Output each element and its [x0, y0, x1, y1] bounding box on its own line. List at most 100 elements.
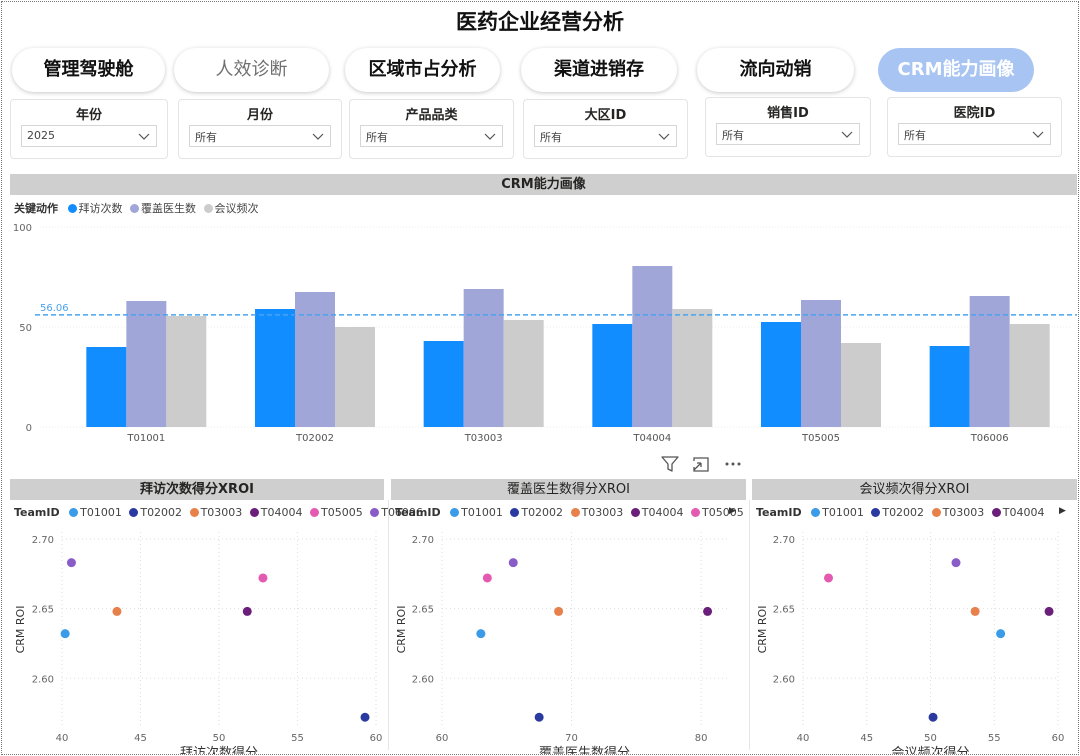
legend-label[interactable]: T04004 [642, 506, 684, 519]
y-tick-label: 2.65 [773, 605, 795, 616]
slicer-hospital: 医院ID 所有 [887, 97, 1062, 157]
legend-label[interactable]: T02002 [521, 506, 563, 519]
bar [295, 292, 335, 427]
bar [335, 327, 375, 427]
scatter-meeting-chart: 2.60 2.65 2.70 40 45 50 55 60 会议频次得分 CRM ROI [756, 532, 1064, 754]
x-tick-label: T03003 [464, 433, 503, 444]
bar [166, 316, 207, 427]
legend-title: TeamID [756, 506, 802, 519]
legend-label-meeting[interactable]: 会议频次 [215, 202, 259, 215]
x-tick-label: 55 [988, 733, 1001, 744]
x-tick-label: 40 [56, 733, 69, 744]
legend-label[interactable]: T01001 [80, 506, 122, 519]
scatter-point [824, 573, 833, 583]
legend-dot-meeting [203, 204, 213, 213]
scatter-point [534, 712, 544, 722]
scatter-point [928, 712, 938, 722]
nav-button-flow[interactable]: 流向动销 [697, 48, 854, 92]
slicer-month-dropdown[interactable]: 所有 [189, 125, 331, 147]
x-tick-label: T04004 [632, 433, 671, 444]
scatter-point [360, 712, 370, 722]
slicer-year-dropdown[interactable]: 2025 [21, 125, 157, 147]
legend-title: TeamID [395, 506, 441, 519]
x-tick-label: 55 [291, 733, 304, 744]
slicer-category: 产品品类 所有 [349, 99, 514, 159]
bar [969, 296, 1010, 427]
slicer-sales-dropdown[interactable]: 所有 [716, 123, 860, 145]
focus-mode-icon[interactable] [691, 455, 711, 473]
bar [632, 266, 673, 427]
legend-label-visit[interactable]: 拜访次数 [79, 202, 123, 215]
slicer-region: 大区ID 所有 [523, 99, 688, 159]
legend-dot-t04004 [249, 508, 259, 517]
slicer-category-dropdown[interactable]: 所有 [360, 125, 503, 147]
legend-next-arrow[interactable]: ▶ [729, 506, 736, 516]
legend-dot-t01001 [69, 508, 79, 517]
nav-button-channel[interactable]: 渠道进销存 [521, 48, 677, 92]
nav-button-crm[interactable]: CRM能力画像 [878, 48, 1034, 92]
slicer-sales: 销售ID 所有 [705, 97, 871, 157]
legend-dot-t02002 [871, 508, 881, 517]
legend-label[interactable]: T03003 [943, 506, 985, 519]
y-tick-label: 50 [19, 323, 32, 334]
legend-label[interactable]: T05005 [321, 506, 363, 519]
legend-label[interactable]: T04004 [261, 506, 303, 519]
bar [929, 346, 970, 427]
x-axis-label: 拜访次数得分 [180, 745, 258, 754]
legend-dot-t01001 [811, 508, 821, 517]
legend-label[interactable]: T05005 [702, 506, 744, 519]
nav-button-cockpit[interactable]: 管理驾驶舱 [12, 48, 165, 92]
filter-icon[interactable] [660, 455, 680, 473]
legend-dot-t03003 [570, 508, 580, 517]
bar [86, 347, 127, 427]
legend-label-cover[interactable]: 覆盖医生数 [141, 202, 196, 215]
x-axis-label: 覆盖医生数得分 [539, 745, 630, 754]
more-options-icon[interactable] [723, 455, 743, 473]
bar-chart: 0 50 100 T01001 T02002 T03003 T04004 T05005 T060… [13, 223, 1077, 444]
legend-label[interactable]: T02002 [140, 506, 182, 519]
legend-dot-t01001 [450, 508, 460, 517]
legend-label[interactable]: T03003 [201, 506, 243, 519]
bar [592, 324, 633, 427]
slicer-month: 月份 所有 [178, 99, 342, 159]
bar [761, 322, 801, 427]
legend-next-arrow[interactable]: ▶ [1059, 506, 1066, 516]
scatter-point [112, 606, 122, 616]
scatter-point [258, 573, 268, 583]
y-tick-label: 2.70 [32, 535, 54, 546]
legend-dot-t03003 [931, 508, 941, 517]
scatter-point [66, 558, 76, 568]
legend-label[interactable]: T03003 [582, 506, 624, 519]
slicer-hospital-dropdown[interactable]: 所有 [898, 123, 1051, 145]
scatter-visit-chart: 2.60 2.65 2.70 40 45 50 55 60 拜访次数得分 CRM ROI [14, 532, 383, 754]
legend-label[interactable]: T02002 [882, 506, 924, 519]
x-tick-label: 50 [924, 733, 937, 744]
y-axis-label: CRM ROI [395, 606, 408, 654]
x-tick-label: 45 [860, 733, 873, 744]
bar [841, 343, 881, 427]
y-tick-label: 2.70 [773, 535, 795, 546]
legend-label[interactable]: T01001 [461, 506, 503, 519]
slicer-region-dropdown[interactable]: 所有 [534, 125, 677, 147]
bar-chart-title: CRM能力画像 [10, 174, 1077, 195]
legend-label[interactable]: T04004 [1003, 506, 1045, 519]
scatter-cover-legend: TeamID T01001 T02002 T03003 T04004 T0500… [395, 506, 746, 519]
chevron-down-icon [484, 133, 496, 140]
nav-button-market-share[interactable]: 区域市占分析 [345, 48, 500, 92]
bar [423, 341, 464, 427]
slicer-month-title: 月份 [246, 108, 273, 123]
slicer-category-value: 所有 [366, 131, 388, 144]
legend-dot-t05005 [691, 508, 700, 517]
legend-label[interactable]: T01001 [822, 506, 864, 519]
x-tick-label: T02002 [295, 433, 334, 444]
nav-button-efficiency[interactable]: 人效诊断 [174, 48, 329, 92]
legend-dot-t06006 [370, 508, 380, 517]
bar-chart-legend: 关键动作 拜访次数 覆盖医生数 会议频次 [14, 200, 261, 216]
scatter-meeting-legend: TeamID T01001 T02002 T03003 T04004 [756, 506, 1047, 519]
y-axis-label: CRM ROI [14, 606, 27, 654]
x-tick-label: 60 [370, 733, 383, 744]
scatter-cover-chart: 2.60 2.65 2.70 60 70 80 覆盖医生数得分 CRM ROI [395, 532, 727, 754]
legend-dot-t04004 [991, 508, 1001, 517]
legend-dot-t03003 [189, 508, 199, 517]
x-tick-label: 45 [134, 733, 147, 744]
